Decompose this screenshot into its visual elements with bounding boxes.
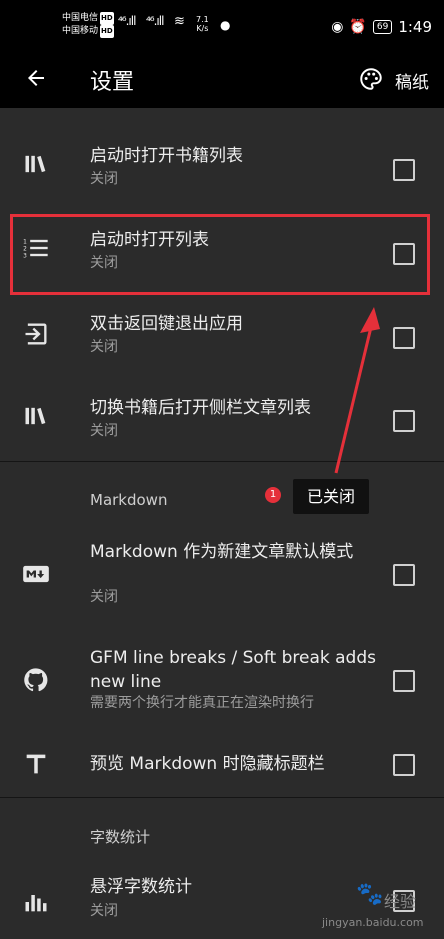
setting-title: 启动时打开列表	[90, 230, 209, 250]
annotation-number: 1	[265, 487, 281, 503]
setting-subtitle: 关闭	[90, 171, 118, 187]
app-bar: 设置 稿纸	[0, 52, 444, 108]
setting-subtitle: 需要两个换行才能真正在渲染时换行	[90, 695, 314, 711]
net-speed: 7.1 K/s	[196, 15, 209, 33]
wechat-icon: ●	[220, 18, 231, 32]
annotation-label: 已关闭	[293, 479, 369, 514]
signal-icon: ⁴⁶.ıll	[146, 14, 164, 28]
setting-row-open-books-list[interactable]: 启动时打开书籍列表 关闭	[0, 130, 444, 210]
watermark-text: 经验	[384, 892, 417, 911]
clock: 1:49	[398, 18, 432, 36]
books-icon	[25, 155, 46, 173]
setting-checkbox[interactable]	[393, 564, 415, 586]
signal-icon: ⁴⁶.ıll	[118, 14, 136, 28]
setting-title: Markdown 作为新建文章默认模式	[90, 542, 354, 562]
carrier-2: 中国移动	[62, 26, 99, 36]
setting-checkbox[interactable]	[393, 243, 415, 265]
text-t-icon	[26, 754, 46, 774]
setting-checkbox[interactable]	[393, 159, 415, 181]
settings-list: 启动时打开书籍列表 关闭 1 2 3 启动时打开列表 关闭 双击返回键退出应用 …	[0, 108, 444, 939]
setting-row-gfm-line-breaks[interactable]: GFM line breaks / Soft break adds new li…	[0, 638, 444, 722]
battery-icon: 69	[372, 20, 393, 34]
setting-checkbox[interactable]	[393, 670, 415, 692]
section-divider	[0, 797, 444, 798]
baidu-paw-icon: 🐾	[356, 882, 384, 907]
back-arrow-icon[interactable]	[24, 66, 48, 90]
setting-row-open-list[interactable]: 1 2 3 启动时打开列表 关闭	[0, 214, 444, 294]
setting-title: 双击返回键退出应用	[90, 314, 243, 334]
section-header-markdown: Markdown	[90, 491, 168, 509]
svg-text:3: 3	[23, 253, 27, 259]
setting-row-markdown-default[interactable]: Markdown 作为新建文章默认模式 关闭	[0, 532, 444, 616]
hd-badge: HD	[100, 12, 114, 25]
list-numbered-icon: 1 2 3	[23, 239, 48, 259]
eye-icon: ◉	[331, 19, 344, 35]
exit-icon	[25, 323, 47, 345]
carrier-info: 中国电信 HD 中国移动 HD	[62, 12, 114, 38]
setting-title: 启动时打开书籍列表	[90, 146, 243, 166]
books-icon	[25, 407, 46, 425]
github-icon	[24, 668, 48, 692]
annotation-arrow	[334, 307, 380, 474]
setting-title: GFM line breaks / Soft break adds new li…	[90, 648, 376, 692]
svg-text:2: 2	[23, 246, 27, 252]
markdown-icon	[23, 565, 49, 583]
watermark-url: jingyan.baidu.com	[322, 916, 424, 929]
setting-subtitle: 关闭	[90, 589, 118, 605]
setting-title: 预览 Markdown 时隐藏标题栏	[90, 754, 325, 774]
setting-subtitle: 关闭	[90, 255, 118, 271]
setting-checkbox[interactable]	[393, 754, 415, 776]
alarm-icon: ⏰	[349, 19, 367, 35]
hd-badge: HD	[100, 25, 114, 38]
setting-checkbox[interactable]	[393, 410, 415, 432]
palette-icon[interactable]	[358, 66, 384, 92]
carrier-1: 中国电信	[62, 13, 99, 23]
status-bar: 中国电信 HD 中国移动 HD ⁴⁶.ıll ⁴⁶.ıll ≋ 7.1 K/s ● …	[0, 0, 444, 52]
section-header-wordcount: 字数统计	[90, 828, 151, 846]
page-title: 设置	[90, 70, 135, 95]
wifi-icon: ≋	[174, 14, 185, 29]
setting-row-hide-title-bar[interactable]: 预览 Markdown 时隐藏标题栏	[0, 734, 444, 796]
bar-chart-icon	[25, 895, 47, 912]
baidu-watermark: 🐾 经验 jingyan.baidu.com	[318, 880, 444, 935]
draft-button[interactable]: 稿纸	[395, 68, 429, 93]
status-right: ◉ ⏰ 69 1:49	[331, 18, 432, 36]
svg-text:1: 1	[23, 239, 27, 245]
setting-checkbox[interactable]	[393, 327, 415, 349]
